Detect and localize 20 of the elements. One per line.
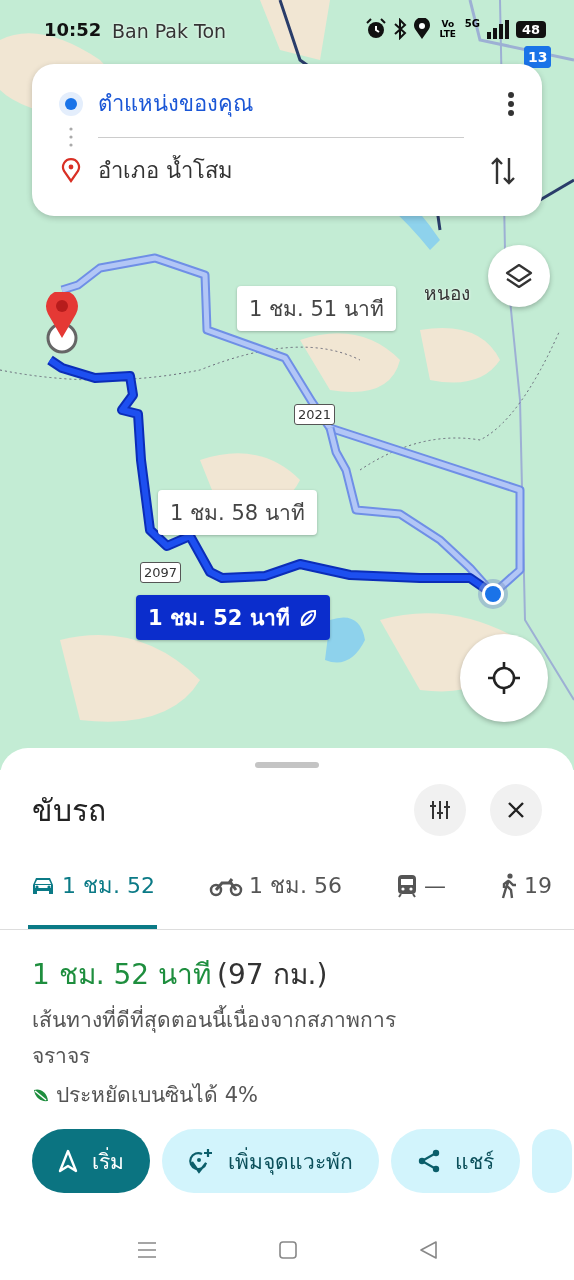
trip-distance: (97 กม.) (217, 957, 328, 993)
route-time: 1 ชม. 58 นาที (170, 500, 305, 527)
fuel-savings-note: ประหยัดเบนซินได้ 4% (56, 1082, 258, 1109)
network-type: 5G (464, 18, 480, 29)
road-number-sign: 2097 (140, 562, 182, 583)
route-time: 1 ชม. 51 นาที (249, 296, 384, 323)
sheet-title: ขับรถ (32, 791, 107, 830)
place-label: หนอง (424, 281, 470, 306)
travel-time: — (423, 873, 446, 898)
route-description: เส้นทางที่ดีที่สุดตอนนี้เนื่องจากสภาพการจราจร (32, 1002, 432, 1074)
travel-time: 19 (523, 873, 552, 898)
route-time: 1 ชม. 52 นาที (148, 605, 290, 632)
road-number-sign: 2021 (294, 404, 336, 425)
travel-time: 1 ชม. 56 (249, 872, 342, 900)
travel-time: 1 ชม. 52 (62, 872, 155, 900)
trip-duration: 1 ชม. 52 นาที (32, 957, 212, 993)
road-number-sign: 13 (524, 46, 552, 68)
volte-indicator: Vo LTE (438, 19, 457, 39)
place-label: Ban Pak Ton (112, 20, 227, 42)
status-time: 10:52 (44, 18, 102, 40)
